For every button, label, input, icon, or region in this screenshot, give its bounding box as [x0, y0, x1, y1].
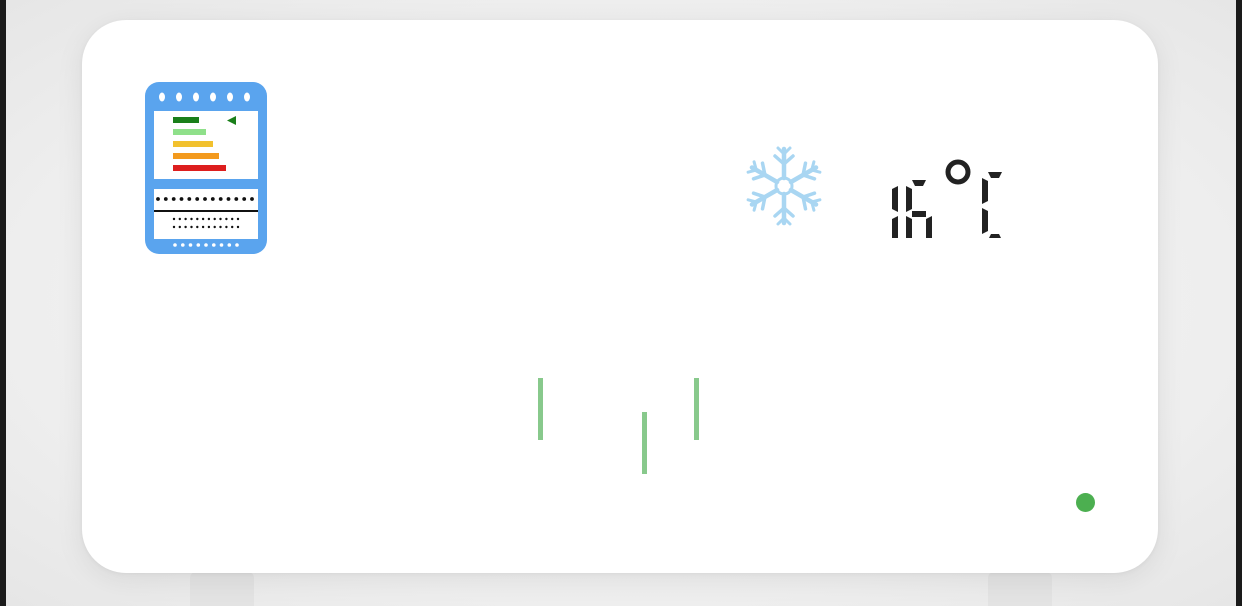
status-led	[1076, 493, 1095, 512]
unit-right-stand	[988, 572, 1052, 606]
ac-display-panel: 16 °C	[82, 20, 1158, 573]
airflow-lines-icon	[538, 378, 699, 474]
energy-rating-label-icon	[145, 82, 267, 254]
lcd-digits	[892, 159, 1002, 248]
unit-left-stand	[190, 572, 254, 606]
snowflake-icon	[746, 146, 822, 226]
temperature-display: 16 °C	[892, 136, 1062, 248]
screen-right-edge	[1236, 0, 1242, 606]
